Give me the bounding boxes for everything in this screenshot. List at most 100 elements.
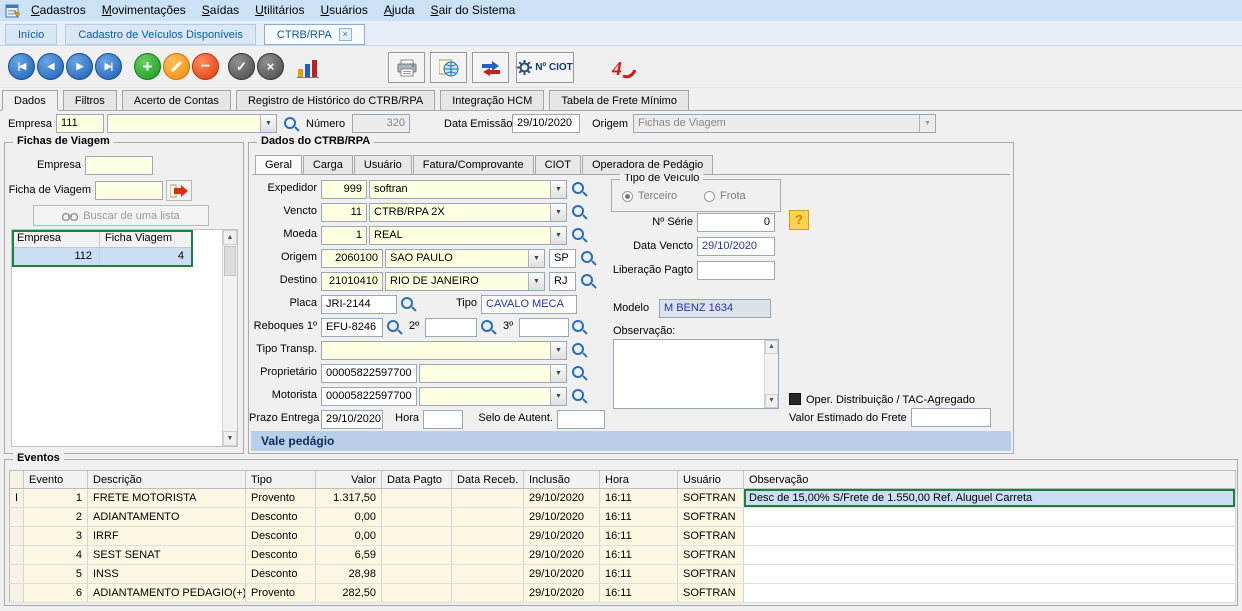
cell-observacao[interactable]	[744, 584, 1236, 603]
col-data-receb[interactable]: Data Receb.	[452, 471, 524, 489]
cell-descricao[interactable]: SEST SENAT	[88, 546, 246, 565]
tab-tabela-frete-minimo[interactable]: Tabela de Frete Mínimo	[549, 90, 689, 110]
fichas-cell-ficha-viagem[interactable]: 4	[100, 248, 192, 266]
close-tab-icon[interactable]: ×	[339, 28, 352, 41]
search-icon[interactable]	[571, 227, 588, 244]
menu-usuarios[interactable]: Usuários	[312, 0, 375, 21]
cell-valor[interactable]: 282,50	[316, 584, 382, 603]
search-icon[interactable]	[283, 116, 300, 133]
tab-registro-historico[interactable]: Registro de Histórico do CTRB/RPA	[236, 90, 435, 110]
tab-ciot[interactable]: CIOT	[535, 155, 581, 174]
confirm-button[interactable]: ✓	[228, 53, 255, 80]
fichas-empresa-input[interactable]	[85, 156, 153, 175]
tab-acerto-de-contas[interactable]: Acerto de Contas	[122, 90, 231, 110]
search-icon[interactable]	[580, 273, 597, 290]
evento-row-2[interactable]: 2 ADIANTAMENTO Desconto 0,00 29/10/2020 …	[10, 508, 1236, 527]
cell-observacao[interactable]	[744, 527, 1236, 546]
ciot-button[interactable]: Nº CIOT	[516, 52, 574, 83]
fichas-cell-empresa[interactable]: 112	[12, 248, 100, 266]
cell-evento[interactable]: 3	[24, 527, 88, 546]
scroll-down-icon[interactable]: ▼	[765, 394, 778, 408]
evento-row-3[interactable]: 3 IRRF Desconto 0,00 29/10/2020 16:11 SO…	[10, 527, 1236, 546]
chevron-down-icon[interactable]: ▼	[550, 342, 566, 359]
chevron-down-icon[interactable]: ▼	[528, 273, 544, 290]
tab-fatura-comprovante[interactable]: Fatura/Comprovante	[413, 155, 534, 174]
cell-data-pagto[interactable]	[382, 546, 452, 565]
cell-valor[interactable]: 0,00	[316, 527, 382, 546]
valor-estimado-input[interactable]	[911, 408, 991, 427]
search-icon[interactable]	[571, 204, 588, 221]
menu-sair-do-sistema[interactable]: Sair do Sistema	[423, 0, 524, 21]
empresa-input[interactable]: 111	[56, 114, 104, 133]
cell-tipo[interactable]: Desconto	[246, 527, 316, 546]
cell-descricao[interactable]: INSS	[88, 565, 246, 584]
search-icon[interactable]	[571, 342, 588, 359]
cell-hora[interactable]: 16:11	[600, 489, 678, 508]
transfer-button[interactable]	[472, 52, 509, 83]
tab-usuario[interactable]: Usuário	[354, 155, 412, 174]
evento-row-1[interactable]: I 1 FRETE MOTORISTA Provento 1.317,50 29…	[10, 489, 1236, 508]
selo-autent-input[interactable]	[557, 410, 605, 429]
tab-dados[interactable]: Dados	[2, 90, 58, 110]
menu-movimentacoes[interactable]: Movimentações	[94, 0, 194, 21]
scroll-up-icon[interactable]: ▲	[223, 230, 237, 245]
print-button[interactable]	[388, 52, 425, 83]
cell-evento[interactable]: 6	[24, 584, 88, 603]
col-inclusao[interactable]: Inclusão	[524, 471, 600, 489]
cell-inclusao[interactable]: 29/10/2020	[524, 584, 600, 603]
empresa-combo[interactable]: ▼	[107, 114, 277, 133]
export-html-button[interactable]	[430, 52, 467, 83]
add-button[interactable]: +	[134, 53, 161, 80]
carregar-ficha-button[interactable]	[166, 180, 192, 201]
cell-data-pagto[interactable]	[382, 489, 452, 508]
cell-descricao[interactable]: ADIANTAMENTO	[88, 508, 246, 527]
cell-usuario[interactable]: SOFTRAN	[678, 508, 744, 527]
menu-ajuda[interactable]: Ajuda	[376, 0, 423, 21]
cell-evento[interactable]: 4	[24, 546, 88, 565]
cell-valor[interactable]: 0,00	[316, 508, 382, 527]
tab-filtros[interactable]: Filtros	[63, 90, 117, 110]
expedidor-code-input[interactable]: 999	[321, 180, 367, 199]
cell-tipo[interactable]: Desconto	[246, 508, 316, 527]
liberacao-pagto-field[interactable]	[697, 261, 775, 280]
col-tipo[interactable]: Tipo	[246, 471, 316, 489]
menu-utilitarios[interactable]: Utilitários	[247, 0, 312, 21]
search-icon[interactable]	[571, 319, 588, 336]
cell-data-pagto[interactable]	[382, 527, 452, 546]
cell-hora[interactable]: 16:11	[600, 584, 678, 603]
col-valor[interactable]: Valor	[316, 471, 382, 489]
hora-input[interactable]	[423, 410, 463, 429]
cell-data-receb[interactable]	[452, 489, 524, 508]
cell-hora[interactable]: 16:11	[600, 508, 678, 527]
help-button[interactable]: ?	[789, 210, 809, 230]
cell-data-receb[interactable]	[452, 508, 524, 527]
cell-inclusao[interactable]: 29/10/2020	[524, 546, 600, 565]
chart-button[interactable]	[292, 52, 324, 83]
cell-observacao[interactable]	[744, 546, 1236, 565]
proprietario-input[interactable]: 00005822597700	[321, 364, 417, 383]
origem-cidade-combo[interactable]: SAO PAULO▼	[385, 249, 545, 268]
n-serie-input[interactable]: 0	[697, 213, 775, 232]
search-icon[interactable]	[386, 319, 403, 336]
cell-observacao[interactable]	[744, 508, 1236, 527]
last-record-button[interactable]: ▶|	[95, 53, 122, 80]
cell-inclusao[interactable]: 29/10/2020	[524, 489, 600, 508]
cell-data-receb[interactable]	[452, 546, 524, 565]
vencto-combo[interactable]: CTRB/RPA 2X▼	[369, 203, 567, 222]
chevron-down-icon[interactable]: ▼	[550, 181, 566, 198]
cell-usuario[interactable]: SOFTRAN	[678, 546, 744, 565]
scrollbar-thumb[interactable]	[224, 246, 236, 276]
chevron-down-icon[interactable]: ▼	[550, 388, 566, 405]
moeda-code-input[interactable]: 1	[321, 226, 367, 245]
tab-inicio[interactable]: Início	[5, 24, 57, 45]
cell-descricao[interactable]: IRRF	[88, 527, 246, 546]
cell-hora[interactable]: 16:11	[600, 527, 678, 546]
cancel-button[interactable]: ×	[257, 53, 284, 80]
proprietario-combo[interactable]: ▼	[419, 364, 567, 383]
search-icon[interactable]	[571, 181, 588, 198]
chevron-down-icon[interactable]: ▼	[550, 227, 566, 244]
cell-data-receb[interactable]	[452, 527, 524, 546]
vale-pedagio-section-header[interactable]: Vale pedágio	[251, 431, 1011, 451]
destino-combo[interactable]: RIO DE JANEIRO▼	[385, 272, 545, 291]
motorista-combo[interactable]: ▼	[419, 387, 567, 406]
